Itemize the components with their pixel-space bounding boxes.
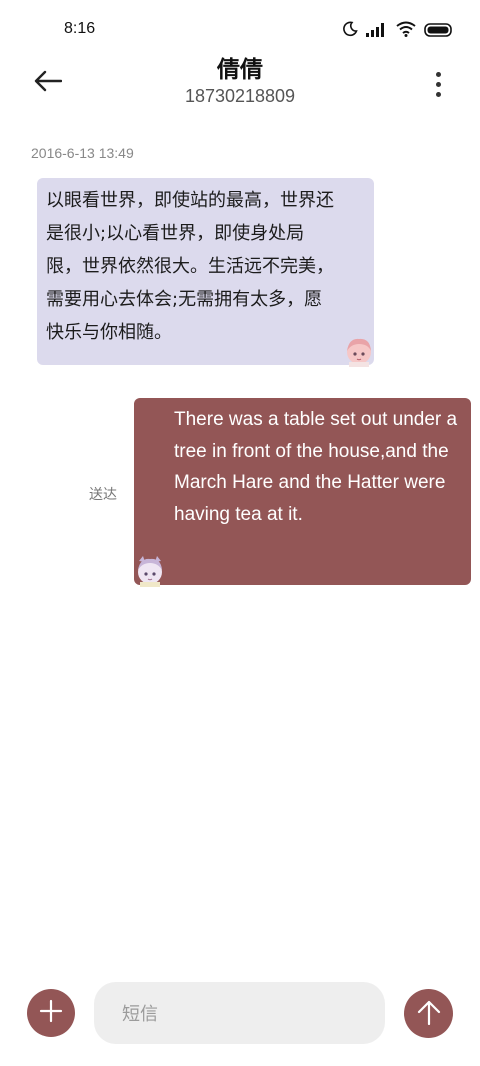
more-vertical-icon bbox=[435, 71, 441, 77]
menu-dot bbox=[435, 81, 441, 87]
user-avatar bbox=[134, 555, 166, 587]
contact-title: 倩倩 18730218809 bbox=[0, 56, 480, 107]
status-time: 8:16 bbox=[64, 20, 96, 37]
message-input-placeholder: 短信 bbox=[122, 1004, 158, 1025]
menu-dot bbox=[435, 91, 441, 97]
battery-icon bbox=[424, 22, 454, 41]
incoming-message-text: 以眼看世界，即使站的最高，世界还是很小;以心看世界，即使身处局限，世界依然很大。… bbox=[46, 190, 334, 343]
contact-name: 倩倩 bbox=[217, 57, 263, 83]
outgoing-message-text: There was a table set out under a tree i… bbox=[174, 409, 458, 525]
contact-avatar bbox=[343, 335, 375, 367]
send-button[interactable] bbox=[404, 989, 453, 1038]
signal-icon bbox=[366, 22, 388, 41]
messaging-screen: 8:16 倩倩 18730218809 2016-6-13 13:49 以眼看世… bbox=[0, 0, 480, 1066]
status-icons bbox=[342, 21, 454, 41]
delivery-status: 送达 bbox=[89, 487, 117, 503]
composer-bar: 短信 bbox=[0, 980, 480, 1046]
plus-icon bbox=[39, 999, 63, 1027]
add-attachment-button[interactable] bbox=[27, 989, 75, 1037]
moon-icon bbox=[342, 21, 358, 41]
incoming-message-bubble[interactable]: 以眼看世界，即使站的最高，世界还是很小;以心看世界，即使身处局限，世界依然很大。… bbox=[37, 178, 374, 365]
message-input[interactable]: 短信 bbox=[94, 982, 385, 1044]
wifi-icon bbox=[396, 21, 416, 41]
arrow-up-icon bbox=[417, 999, 441, 1029]
message-timestamp: 2016-6-13 13:49 bbox=[31, 145, 134, 161]
more-options-button[interactable] bbox=[426, 68, 450, 100]
contact-number: 18730218809 bbox=[184, 86, 296, 106]
outgoing-message-bubble[interactable]: There was a table set out under a tree i… bbox=[134, 398, 471, 585]
conversation-header: 倩倩 18730218809 bbox=[0, 52, 480, 116]
